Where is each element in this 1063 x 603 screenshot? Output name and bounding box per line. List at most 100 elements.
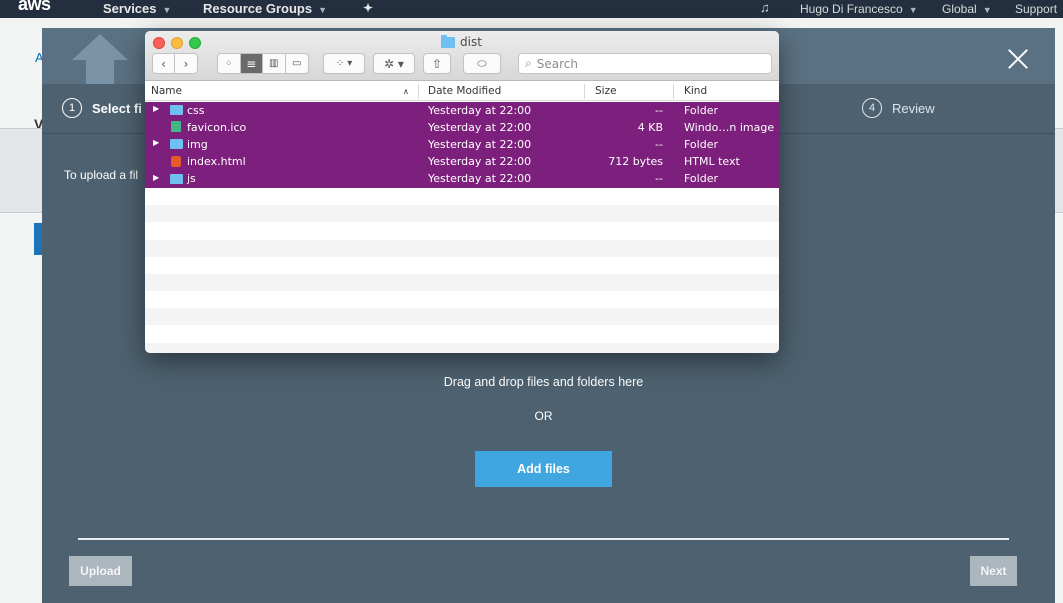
file-date: Yesterday at 22:00 bbox=[428, 137, 532, 151]
favicon-icon bbox=[171, 121, 181, 133]
empty-row bbox=[145, 291, 779, 309]
file-kind: Folder bbox=[684, 172, 718, 186]
disclosure-triangle-icon[interactable]: ▶ bbox=[153, 138, 159, 147]
search-icon: ⌕ bbox=[525, 56, 532, 70]
column-kind-header[interactable]: Kind bbox=[684, 85, 707, 97]
search-input[interactable]: ⌕ Search bbox=[518, 53, 772, 74]
empty-row bbox=[145, 308, 779, 326]
empty-row bbox=[145, 222, 779, 240]
step-number: 4 bbox=[862, 98, 882, 118]
file-kind: Folder bbox=[684, 103, 718, 117]
column-size-header[interactable]: Size bbox=[595, 85, 617, 97]
folder-icon bbox=[170, 173, 183, 184]
file-kind: Windo…n image bbox=[684, 120, 775, 134]
step-label: Select fi bbox=[92, 100, 142, 116]
file-size: 712 bytes bbox=[608, 155, 663, 169]
file-row-js[interactable]: ▶ js Yesterday at 22:00 -- Folder bbox=[145, 170, 779, 188]
window-title-text: dist bbox=[460, 35, 482, 49]
folder-icon bbox=[441, 34, 455, 48]
file-kind: Folder bbox=[684, 137, 718, 151]
file-size: -- bbox=[655, 172, 663, 186]
list-view-icon[interactable]: ≡ bbox=[240, 54, 263, 73]
file-date: Yesterday at 22:00 bbox=[428, 120, 532, 134]
empty-row bbox=[145, 256, 779, 274]
disclosure-triangle-icon[interactable]: ▶ bbox=[153, 104, 159, 113]
folder-icon bbox=[170, 105, 183, 115]
gear-icon[interactable]: ✲ ▾ bbox=[373, 53, 415, 74]
file-size: 4 KB bbox=[637, 120, 663, 134]
step-label: Review bbox=[892, 100, 935, 116]
finder-toolbar: dist ‹ › ⁘ ≡ ▥ ▭ ⁘ ▾ ✲ ▾ ⇧ ⬭ ⌕ Search bbox=[145, 31, 779, 81]
empty-row bbox=[145, 187, 779, 206]
file-name: css bbox=[187, 103, 205, 117]
file-row-favicon[interactable]: favicon.ico Yesterday at 22:00 4 KB Wind… bbox=[145, 119, 779, 137]
region-menu[interactable]: Global ▼ bbox=[942, 2, 992, 16]
bell-icon[interactable]: ♫ bbox=[760, 0, 770, 15]
support-menu[interactable]: Support bbox=[1015, 2, 1057, 16]
chevron-down-icon: ▼ bbox=[162, 5, 172, 15]
window-close-button[interactable] bbox=[153, 37, 165, 49]
tag-icon[interactable]: ⬭ bbox=[463, 53, 501, 74]
file-row-index-html[interactable]: index.html Yesterday at 22:00 712 bytes … bbox=[145, 153, 779, 171]
step-review[interactable]: 4 Review bbox=[862, 98, 935, 118]
drop-zone-text: Drag and drop files and folders here bbox=[443, 375, 644, 389]
file-row-img[interactable]: ▶ img Yesterday at 22:00 -- Folder bbox=[145, 136, 779, 154]
column-name-header[interactable]: Name bbox=[151, 85, 182, 97]
pin-icon[interactable]: ✦ bbox=[363, 1, 373, 15]
background-blue-button bbox=[34, 223, 42, 255]
empty-row bbox=[145, 273, 779, 292]
html-file-icon bbox=[171, 155, 181, 167]
chevron-down-icon: ▼ bbox=[982, 5, 992, 15]
file-name: img bbox=[187, 137, 208, 151]
services-menu[interactable]: Services ▼ bbox=[103, 1, 171, 16]
file-date: Yesterday at 22:00 bbox=[428, 172, 532, 186]
back-icon[interactable]: ‹ bbox=[153, 54, 176, 73]
step-select-files[interactable]: 1 Select fi bbox=[62, 98, 142, 118]
upload-button[interactable]: Upload bbox=[69, 556, 132, 586]
forward-icon[interactable]: › bbox=[175, 54, 197, 73]
window-minimize-button[interactable] bbox=[171, 37, 183, 49]
disclosure-triangle-icon[interactable]: ▶ bbox=[153, 173, 159, 182]
file-name: js bbox=[187, 172, 196, 186]
resource-groups-menu[interactable]: Resource Groups ▼ bbox=[203, 1, 327, 16]
chevron-down-icon: ▼ bbox=[318, 5, 328, 15]
empty-row bbox=[145, 325, 779, 343]
view-mode-buttons: ⁘ ≡ ▥ ▭ bbox=[217, 53, 309, 74]
user-menu[interactable]: Hugo Di Francesco ▼ bbox=[800, 2, 918, 16]
file-size: -- bbox=[655, 137, 663, 151]
file-row-css[interactable]: ▶ css Yesterday at 22:00 -- Folder bbox=[145, 102, 779, 120]
gallery-view-icon[interactable]: ▭ bbox=[286, 54, 308, 73]
column-view-icon[interactable]: ▥ bbox=[263, 54, 286, 73]
window-maximize-button[interactable] bbox=[189, 37, 201, 49]
file-list: ▶ css Yesterday at 22:00 -- Folder favic… bbox=[145, 102, 779, 353]
column-separator bbox=[584, 84, 585, 99]
aws-top-nav: aws Services ▼ Resource Groups ▼ ✦ ♫ Hugo … bbox=[0, 0, 1063, 18]
close-icon[interactable] bbox=[1007, 48, 1029, 70]
file-date: Yesterday at 22:00 bbox=[428, 103, 532, 117]
add-files-button[interactable]: Add files bbox=[475, 451, 612, 487]
aws-logo[interactable]: aws bbox=[18, 0, 51, 15]
chevron-down-icon: ▼ bbox=[908, 5, 918, 15]
sort-ascending-icon: ∧ bbox=[403, 87, 409, 96]
window-title: dist bbox=[441, 34, 482, 49]
file-name: index.html bbox=[187, 155, 246, 169]
group-by-icon[interactable]: ⁘ ▾ bbox=[323, 53, 365, 74]
share-icon[interactable]: ⇧ bbox=[423, 53, 451, 74]
column-date-header[interactable]: Date Modified bbox=[428, 85, 501, 97]
file-kind: HTML text bbox=[684, 155, 740, 169]
empty-row bbox=[145, 205, 779, 223]
column-separator bbox=[418, 84, 419, 99]
column-headers: Name ∧ Date Modified Size Kind bbox=[145, 82, 779, 101]
file-size: -- bbox=[655, 103, 663, 117]
empty-row bbox=[145, 342, 779, 353]
footer-divider bbox=[78, 538, 1009, 540]
or-separator: OR bbox=[534, 409, 553, 423]
file-name: favicon.ico bbox=[187, 120, 247, 134]
upload-instructions: To upload a fil bbox=[64, 168, 139, 182]
next-button[interactable]: Next bbox=[970, 556, 1017, 586]
resource-groups-label: Resource Groups bbox=[203, 1, 313, 16]
upload-arrow-icon bbox=[72, 34, 128, 84]
folder-icon bbox=[170, 139, 183, 150]
nav-buttons: ‹ › bbox=[152, 53, 198, 74]
icon-view-icon[interactable]: ⁘ bbox=[218, 54, 241, 73]
